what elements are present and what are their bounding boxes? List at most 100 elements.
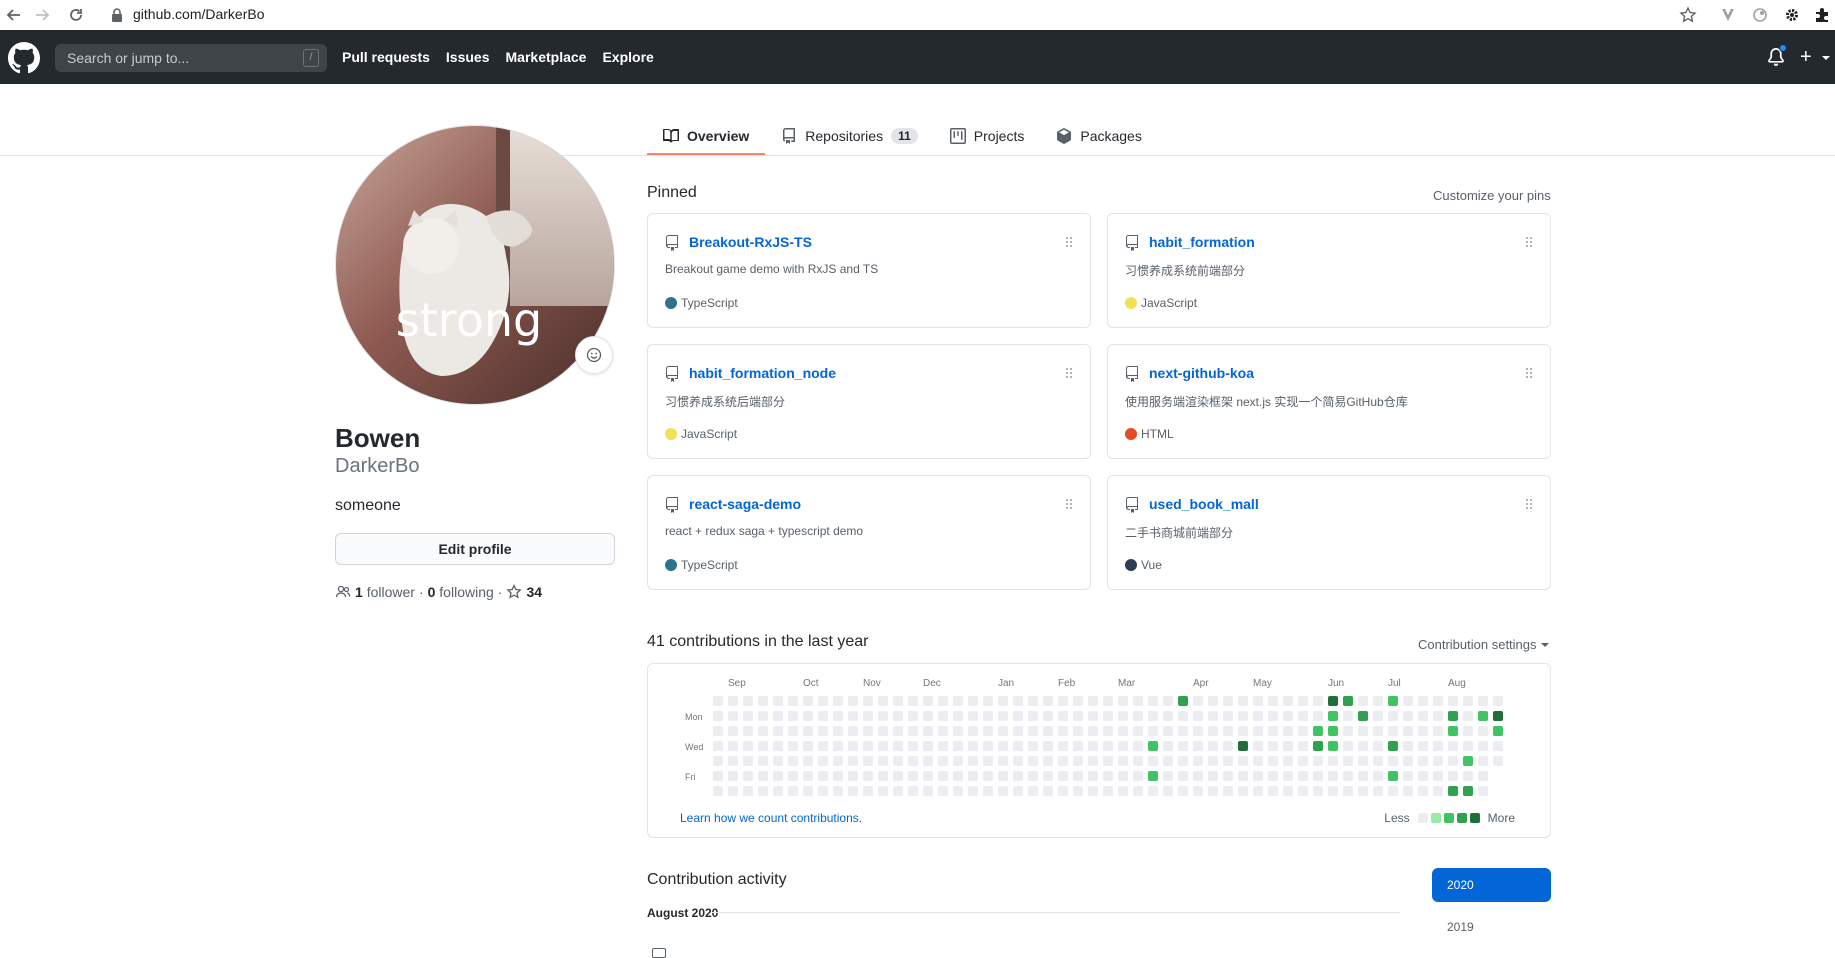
contribution-day[interactable] [1223, 771, 1233, 781]
contribution-day[interactable] [1463, 741, 1473, 751]
contribution-day[interactable] [893, 696, 903, 706]
contribution-day[interactable] [833, 741, 843, 751]
contribution-day[interactable] [1028, 741, 1038, 751]
contribution-day[interactable] [908, 756, 918, 766]
contribution-day[interactable] [998, 756, 1008, 766]
contribution-day[interactable] [1493, 696, 1503, 706]
contribution-day[interactable] [1163, 786, 1173, 796]
contribution-day[interactable] [878, 711, 888, 721]
contribution-day[interactable] [773, 711, 783, 721]
contribution-day[interactable] [1238, 771, 1248, 781]
contribution-day[interactable] [1418, 771, 1428, 781]
contribution-day[interactable] [1148, 741, 1158, 751]
contribution-day[interactable] [1493, 711, 1503, 721]
star-icon[interactable] [1678, 5, 1698, 25]
contribution-day[interactable] [758, 726, 768, 736]
contribution-day[interactable] [833, 726, 843, 736]
contribution-day[interactable] [728, 741, 738, 751]
contribution-settings-dropdown[interactable]: Contribution settings [1418, 637, 1549, 652]
contribution-day[interactable] [1073, 711, 1083, 721]
contribution-day[interactable] [1073, 726, 1083, 736]
contribution-day[interactable] [878, 696, 888, 706]
contribution-day[interactable] [1418, 741, 1428, 751]
contribution-day[interactable] [1043, 696, 1053, 706]
contribution-day[interactable] [998, 726, 1008, 736]
contribution-day[interactable] [1253, 786, 1263, 796]
contribution-day[interactable] [1163, 771, 1173, 781]
contribution-day[interactable] [1283, 726, 1293, 736]
contribution-day[interactable] [1358, 771, 1368, 781]
contribution-day[interactable] [1163, 711, 1173, 721]
contribution-day[interactable] [1088, 786, 1098, 796]
contribution-day[interactable] [983, 756, 993, 766]
drag-handle-icon[interactable] [1065, 498, 1073, 510]
contribution-day[interactable] [1133, 756, 1143, 766]
contribution-day[interactable] [1058, 786, 1068, 796]
repo-link[interactable]: habit_formation_node [689, 365, 836, 381]
contribution-day[interactable] [923, 771, 933, 781]
contribution-day[interactable] [1388, 696, 1398, 706]
contribution-day[interactable] [908, 771, 918, 781]
contribution-day[interactable] [1148, 756, 1158, 766]
customize-pins-link[interactable]: Customize your pins [1433, 188, 1551, 203]
contribution-day[interactable] [893, 726, 903, 736]
contribution-day[interactable] [1373, 756, 1383, 766]
contribution-day[interactable] [1373, 786, 1383, 796]
contribution-day[interactable] [1283, 696, 1293, 706]
contribution-day[interactable] [1073, 696, 1083, 706]
contribution-day[interactable] [968, 741, 978, 751]
extension-circle-icon[interactable] [1750, 5, 1770, 25]
contribution-day[interactable] [998, 711, 1008, 721]
contribution-day[interactable] [968, 696, 978, 706]
contribution-day[interactable] [1208, 741, 1218, 751]
contribution-day[interactable] [803, 741, 813, 751]
contribution-day[interactable] [1418, 756, 1428, 766]
contribution-day[interactable] [728, 771, 738, 781]
contribution-day[interactable] [1253, 711, 1263, 721]
tab-repositories[interactable]: Repositories 11 [765, 117, 934, 155]
contribution-day[interactable] [1133, 696, 1143, 706]
contribution-day[interactable] [998, 771, 1008, 781]
contribution-day[interactable] [1493, 756, 1503, 766]
contribution-day[interactable] [1433, 756, 1443, 766]
github-logo-icon[interactable] [8, 42, 40, 74]
contribution-day[interactable] [1403, 741, 1413, 751]
contribution-day[interactable] [818, 756, 828, 766]
contribution-day[interactable] [1103, 756, 1113, 766]
contribution-day[interactable] [1118, 726, 1128, 736]
contribution-day[interactable] [1253, 696, 1263, 706]
contribution-day[interactable] [758, 786, 768, 796]
contribution-day[interactable] [1238, 711, 1248, 721]
contribution-day[interactable] [983, 696, 993, 706]
contribution-day[interactable] [1163, 726, 1173, 736]
contribution-day[interactable] [818, 741, 828, 751]
contribution-day[interactable] [1223, 786, 1233, 796]
contribution-day[interactable] [1118, 756, 1128, 766]
contribution-day[interactable] [848, 771, 858, 781]
contribution-day[interactable] [1028, 711, 1038, 721]
contribution-day[interactable] [1223, 696, 1233, 706]
create-new-plus-icon[interactable]: + [1800, 46, 1812, 69]
contribution-day[interactable] [1163, 756, 1173, 766]
contribution-day[interactable] [1103, 726, 1113, 736]
contribution-day[interactable] [863, 756, 873, 766]
contribution-day[interactable] [863, 771, 873, 781]
contribution-day[interactable] [728, 726, 738, 736]
contribution-day[interactable] [938, 771, 948, 781]
contribution-day[interactable] [1328, 726, 1338, 736]
contribution-day[interactable] [1058, 741, 1068, 751]
contribution-day[interactable] [953, 726, 963, 736]
contribution-day[interactable] [1223, 726, 1233, 736]
contribution-day[interactable] [1493, 741, 1503, 751]
contribution-day[interactable] [908, 711, 918, 721]
contribution-day[interactable] [803, 726, 813, 736]
contribution-day[interactable] [1013, 756, 1023, 766]
contribution-day[interactable] [1433, 771, 1443, 781]
nav-explore[interactable]: Explore [602, 49, 653, 65]
contribution-day[interactable] [1313, 726, 1323, 736]
contribution-day[interactable] [1478, 771, 1488, 781]
contribution-day[interactable] [1013, 711, 1023, 721]
contribution-day[interactable] [1463, 786, 1473, 796]
contribution-day[interactable] [818, 726, 828, 736]
contribution-day[interactable] [1073, 786, 1083, 796]
